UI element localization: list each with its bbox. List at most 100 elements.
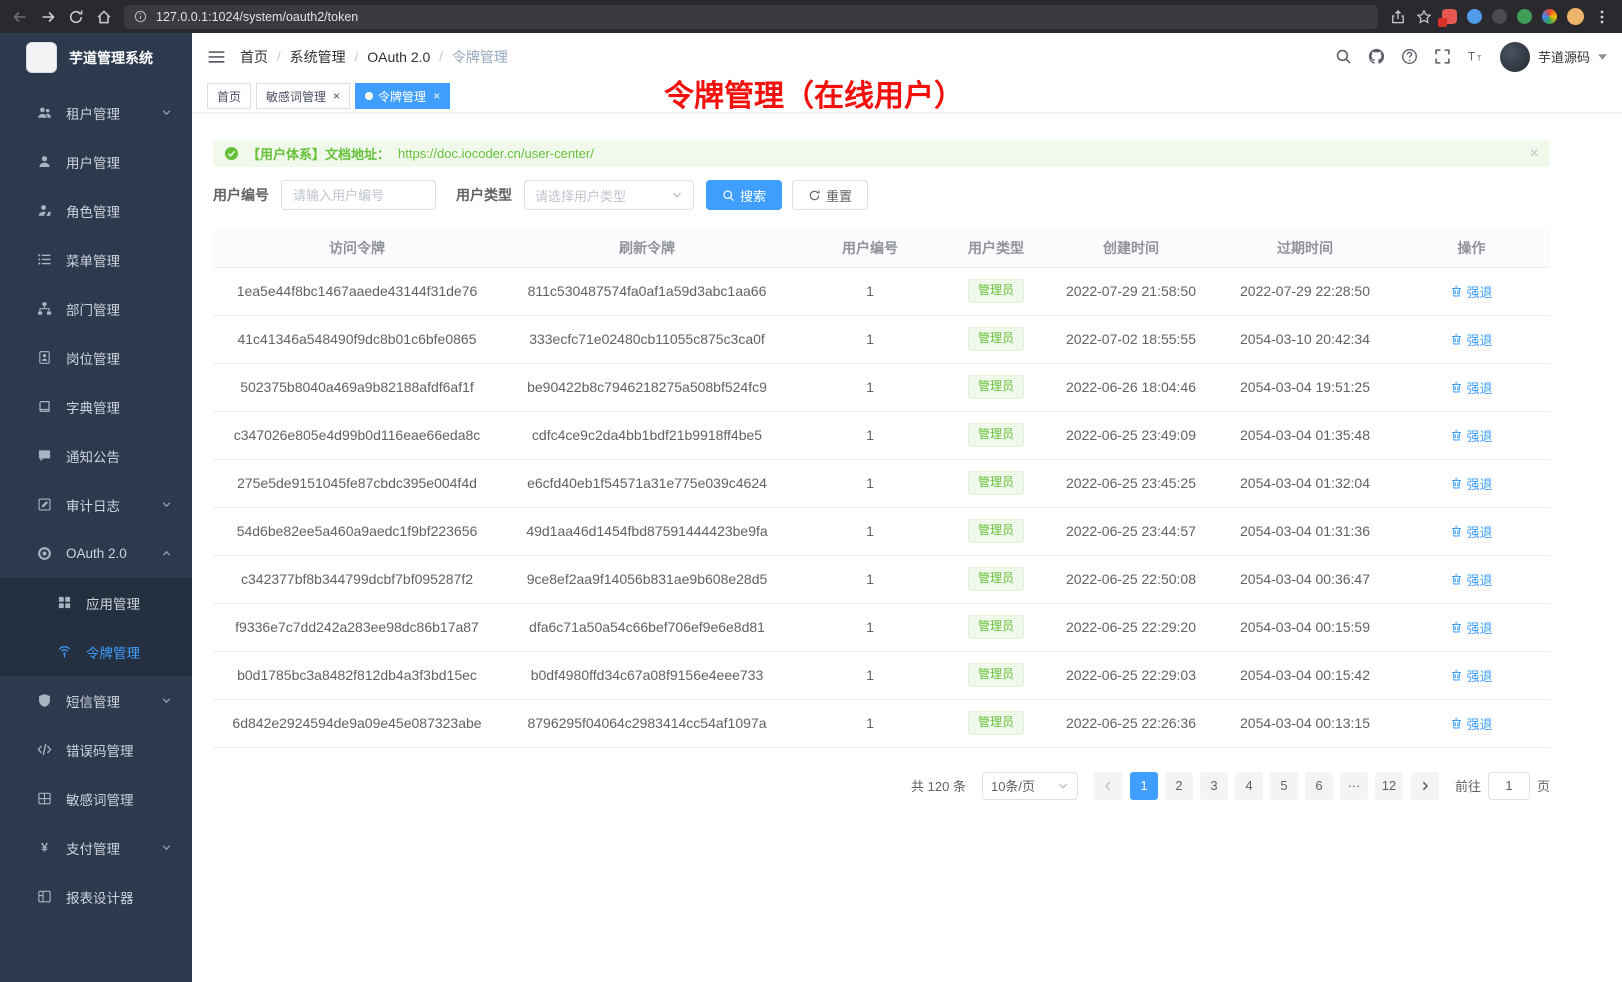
- browser-forward-icon[interactable]: [40, 9, 56, 25]
- pagination-page-6[interactable]: 6: [1305, 772, 1333, 800]
- user-dropdown[interactable]: 芋道源码: [1500, 42, 1607, 72]
- sidebar-item-error-code[interactable]: 错误码管理: [0, 725, 192, 774]
- user-id-input[interactable]: [281, 180, 436, 210]
- force-logout-button[interactable]: 强退: [1450, 330, 1492, 349]
- sidebar-item-audit-log[interactable]: 审计日志: [0, 480, 192, 529]
- sidebar-item-notice[interactable]: 通知公告: [0, 431, 192, 480]
- sidebar-item-label: 报表设计器: [66, 887, 134, 907]
- expire-time-cell: 2054-03-04 00:13:15: [1217, 699, 1393, 747]
- force-logout-button[interactable]: 强退: [1450, 426, 1492, 445]
- sidebar-item-oauth2[interactable]: OAuth 2.0: [0, 529, 192, 578]
- tab-home[interactable]: 首页: [207, 83, 251, 109]
- pagination-ellipsis[interactable]: ···: [1340, 772, 1368, 800]
- extension-icon[interactable]: [1467, 9, 1482, 24]
- sidebar-item-report-designer[interactable]: 报表设计器: [0, 872, 192, 921]
- tab-close-icon[interactable]: ×: [433, 90, 440, 102]
- pagination-page-4[interactable]: 4: [1235, 772, 1263, 800]
- force-logout-button[interactable]: 强退: [1450, 666, 1492, 685]
- extension-icon[interactable]: [1442, 9, 1457, 24]
- sidebar-item-user[interactable]: 用户管理: [0, 137, 192, 186]
- app-logo: 芋道管理系统: [0, 33, 192, 82]
- sidebar-item-tenant[interactable]: 租户管理: [0, 88, 192, 137]
- help-icon[interactable]: [1401, 48, 1418, 65]
- create-time-cell: 2022-07-02 18:55:55: [1045, 315, 1217, 363]
- delete-icon: [1450, 333, 1463, 346]
- pagination-page-3[interactable]: 3: [1200, 772, 1228, 800]
- search-button[interactable]: 搜索: [706, 180, 782, 210]
- goto-page-input[interactable]: [1488, 772, 1530, 800]
- sidebar-item-sms[interactable]: 短信管理: [0, 676, 192, 725]
- pagination-page-2[interactable]: 2: [1165, 772, 1193, 800]
- search-icon: [722, 189, 735, 202]
- delete-icon: [1450, 477, 1463, 490]
- pagination-next-button[interactable]: [1411, 772, 1439, 800]
- sidebar-item-dept[interactable]: 部门管理: [0, 284, 192, 333]
- action-cell: 强退: [1393, 699, 1550, 747]
- breadcrumb-item[interactable]: 首页: [240, 47, 268, 67]
- browser-home-icon[interactable]: [96, 9, 112, 25]
- search-icon[interactable]: [1335, 48, 1352, 65]
- alert-close-icon[interactable]: ×: [1530, 146, 1539, 162]
- site-info-icon[interactable]: [134, 10, 147, 23]
- pagination-page-1[interactable]: 1: [1130, 772, 1158, 800]
- user-type-cell: 管理员: [947, 651, 1045, 699]
- force-logout-button[interactable]: 强退: [1450, 618, 1492, 637]
- chevron-down-icon: [1057, 780, 1069, 792]
- pagination-page-5[interactable]: 5: [1270, 772, 1298, 800]
- extension-icon[interactable]: [1517, 9, 1532, 24]
- tab-token[interactable]: 令牌管理 ×: [355, 83, 450, 109]
- pagination-page-12[interactable]: 12: [1375, 772, 1403, 800]
- force-logout-button[interactable]: 强退: [1450, 714, 1492, 733]
- column-header: 用户编号: [793, 230, 947, 267]
- sidebar-item-oauth2-token[interactable]: 令牌管理: [0, 627, 192, 676]
- force-logout-button[interactable]: 强退: [1450, 522, 1492, 541]
- force-logout-button[interactable]: 强退: [1450, 474, 1492, 493]
- search-button-label: 搜索: [740, 186, 766, 205]
- browser-reload-icon[interactable]: [68, 9, 84, 25]
- force-logout-button[interactable]: 强退: [1450, 282, 1492, 301]
- font-size-icon[interactable]: TT: [1467, 48, 1484, 65]
- sidebar-item-post[interactable]: 岗位管理: [0, 333, 192, 382]
- sidebar-item-sensitive-word[interactable]: 敏感词管理: [0, 774, 192, 823]
- doc-link[interactable]: https://doc.iocoder.cn/user-center/: [398, 146, 594, 161]
- page-size-select[interactable]: 10条/页: [982, 772, 1078, 800]
- access-token-cell: f9336e7c7dd242a283ee98dc86b17a87: [213, 603, 501, 651]
- sidebar-item-pay[interactable]: ¥支付管理: [0, 823, 192, 872]
- breadcrumb-item[interactable]: OAuth 2.0: [367, 49, 430, 65]
- chevron-left-icon: [1102, 780, 1114, 792]
- force-logout-button[interactable]: 强退: [1450, 570, 1492, 589]
- reset-button[interactable]: 重置: [792, 180, 868, 210]
- active-tab-dot: [365, 92, 373, 100]
- browser-back-icon[interactable]: [12, 9, 28, 25]
- extension-icon[interactable]: [1492, 9, 1507, 24]
- user-icon: [37, 154, 52, 169]
- expire-time-cell: 2054-03-04 00:36:47: [1217, 555, 1393, 603]
- collapse-menu-icon[interactable]: [207, 49, 226, 65]
- bookmark-star-icon[interactable]: [1416, 9, 1432, 25]
- user-type-tag: 管理员: [968, 711, 1024, 735]
- user-type-tag: 管理员: [968, 327, 1024, 351]
- expire-time-cell: 2054-03-04 01:32:04: [1217, 459, 1393, 507]
- github-icon[interactable]: [1368, 48, 1385, 65]
- tab-label: 令牌管理: [378, 88, 426, 105]
- tab-close-icon[interactable]: ×: [333, 90, 340, 102]
- force-logout-label: 强退: [1466, 474, 1492, 493]
- extensions-pinwheel-icon[interactable]: [1542, 9, 1557, 24]
- tab-sensitive-word[interactable]: 敏感词管理×: [256, 83, 350, 109]
- browser-url-bar[interactable]: 127.0.0.1:1024/system/oauth2/token: [124, 5, 1378, 29]
- force-logout-label: 强退: [1466, 618, 1492, 637]
- force-logout-button[interactable]: 强退: [1450, 378, 1492, 397]
- fullscreen-icon[interactable]: [1434, 48, 1451, 65]
- sidebar-item-label: 错误码管理: [66, 740, 134, 760]
- share-icon[interactable]: [1390, 9, 1406, 25]
- browser-profile-avatar[interactable]: [1567, 8, 1584, 25]
- user-type-select[interactable]: 请选择用户类型: [524, 180, 694, 210]
- sidebar-item-oauth2-application[interactable]: 应用管理: [0, 578, 192, 627]
- sidebar-item-menu[interactable]: 菜单管理: [0, 235, 192, 284]
- expire-time-cell: 2054-03-04 01:31:36: [1217, 507, 1393, 555]
- browser-menu-icon[interactable]: [1594, 9, 1610, 25]
- breadcrumb-item[interactable]: 系统管理: [290, 47, 346, 67]
- sidebar-item-dict[interactable]: 字典管理: [0, 382, 192, 431]
- sidebar-item-role[interactable]: 角色管理: [0, 186, 192, 235]
- pagination-prev-button[interactable]: [1094, 772, 1122, 800]
